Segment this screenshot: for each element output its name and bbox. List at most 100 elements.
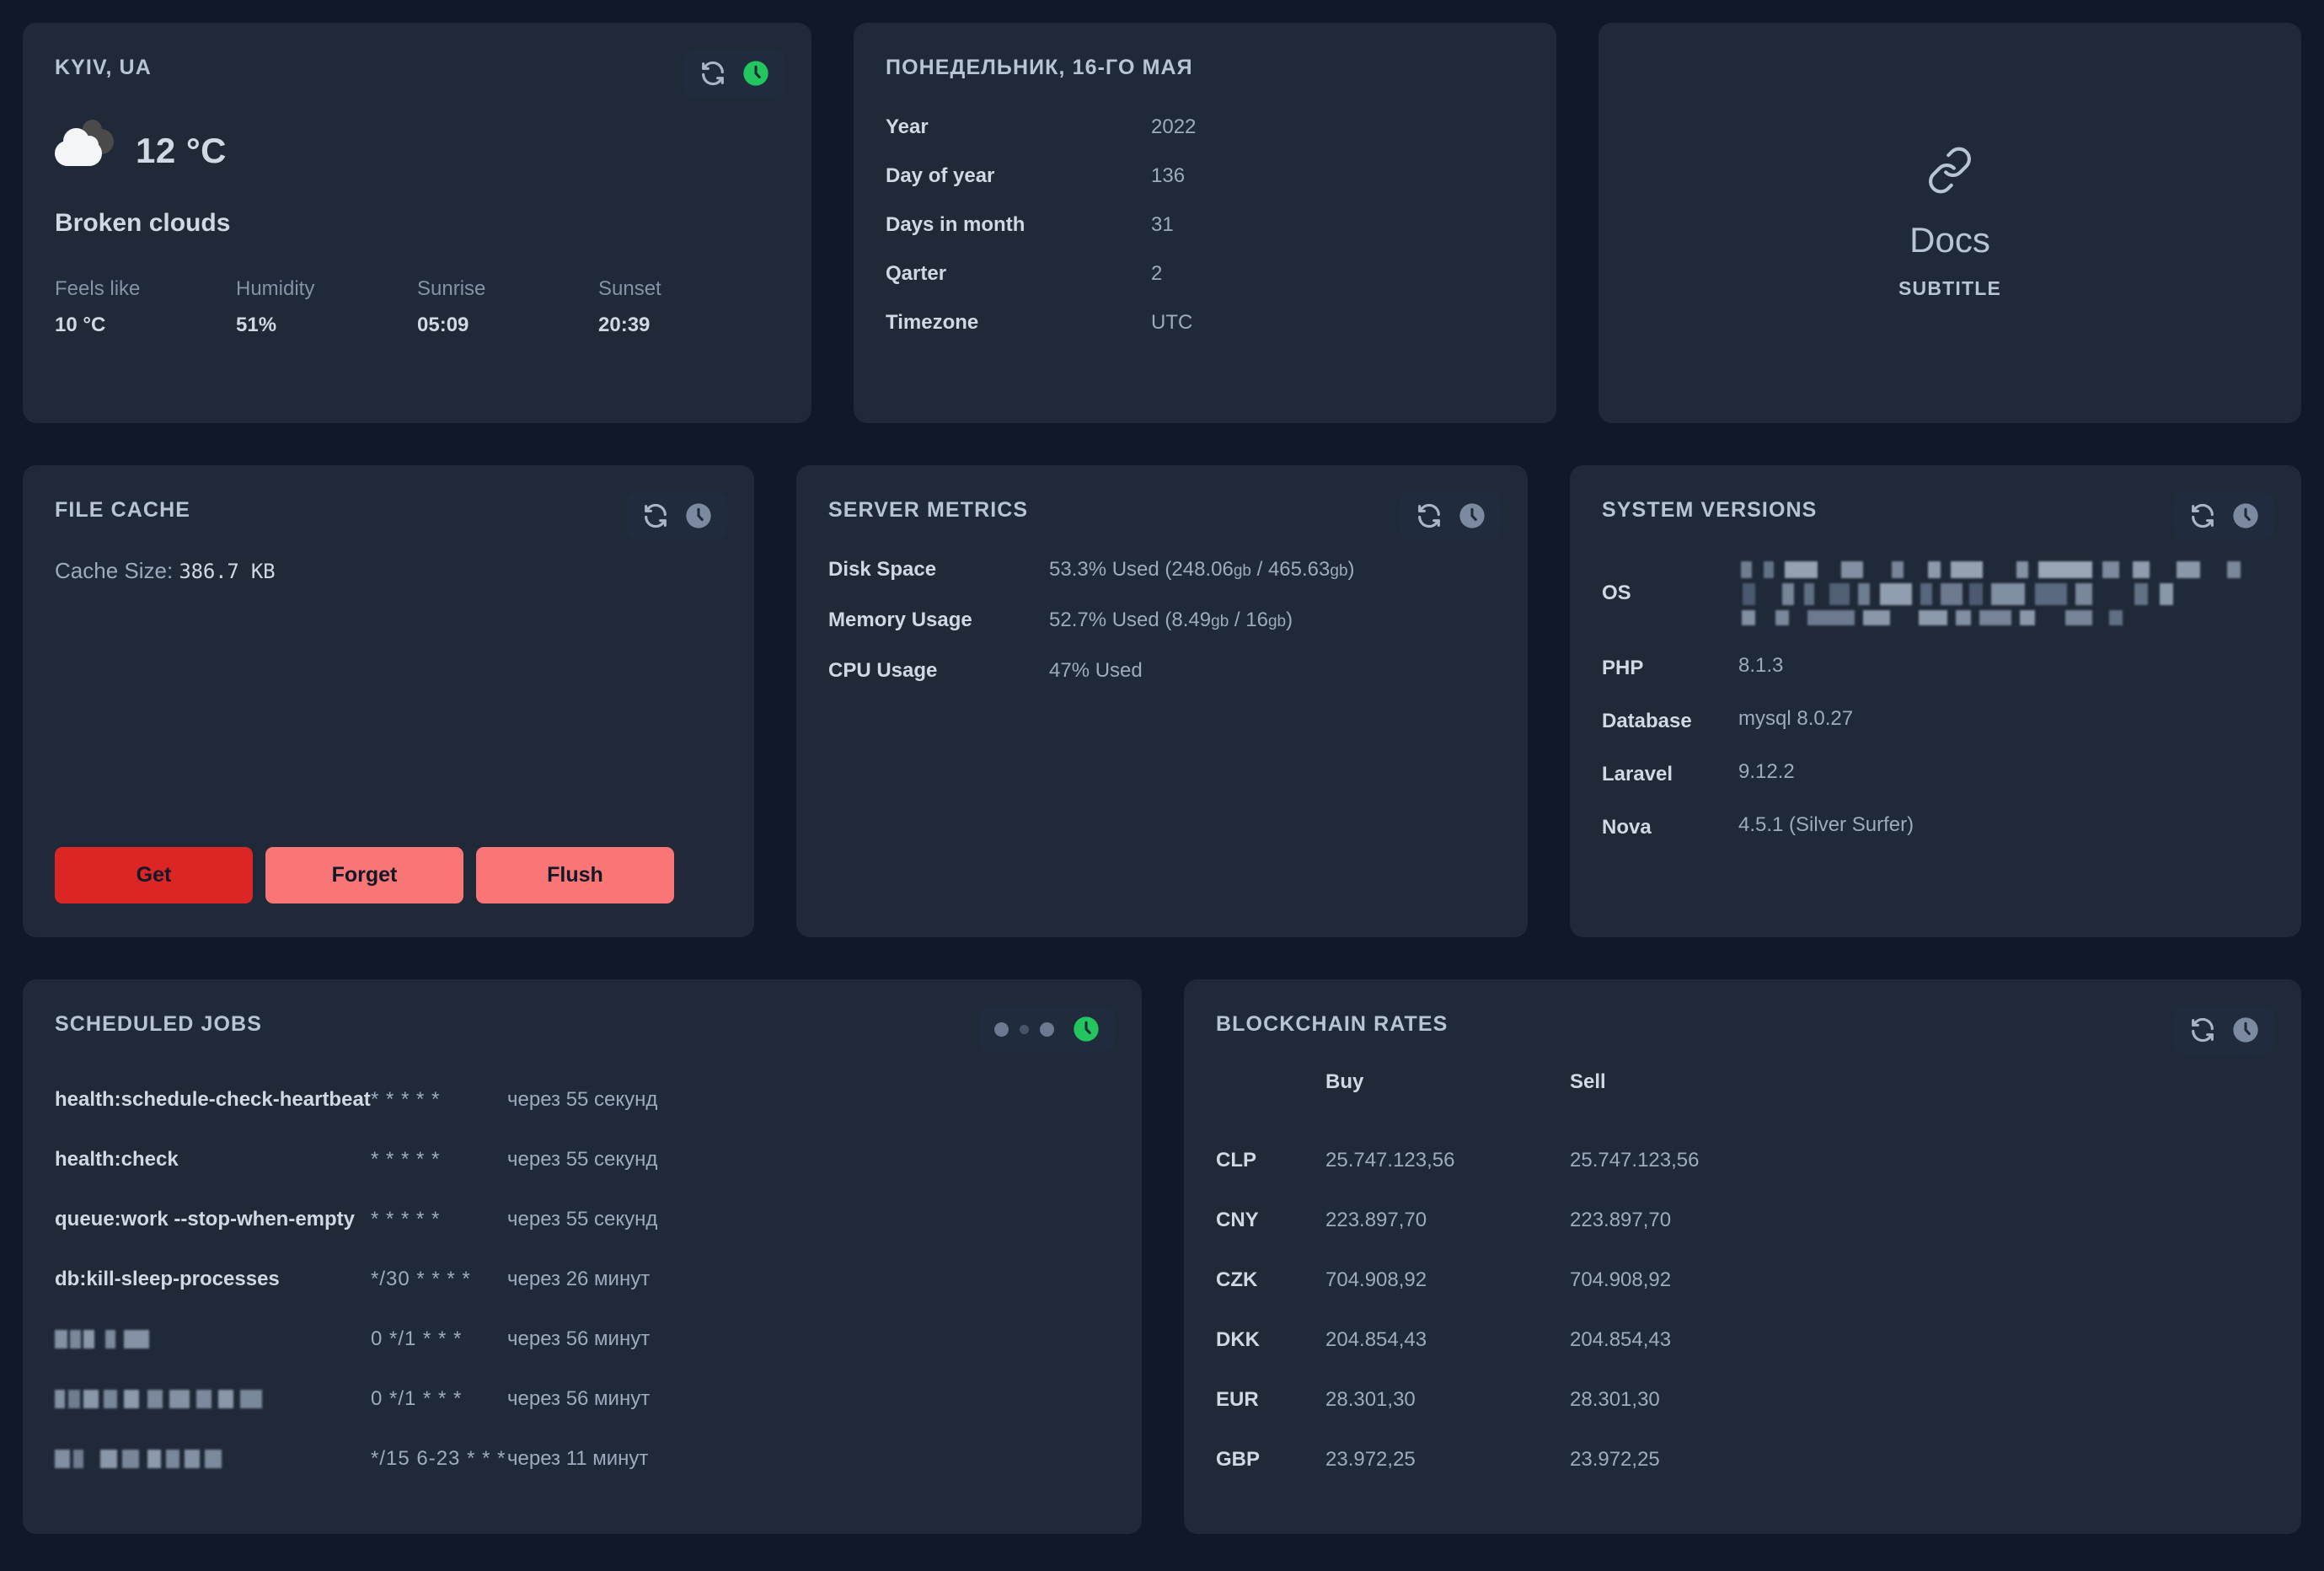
cache-forget-button[interactable]: Forget [265,847,463,903]
date-row-key: Days in month [886,212,1025,236]
rate-sell: 204.854,43 [1570,1328,1672,1351]
job-name: db:kill-sleep-processes [55,1268,280,1290]
version-key: Nova [1602,815,1652,839]
version-value: 4.5.1 (Silver Surfer) [1738,812,1914,836]
rate-buy: 704.908,92 [1325,1268,1427,1291]
rate-buy: 25.747.123,56 [1325,1149,1455,1172]
metric-value-mid: / 16 [1229,608,1268,631]
metric-value: 47% Used [1049,658,1143,682]
scheduled-jobs-card: SCHEDULED JOBS health:schedule-check-hea… [23,979,1142,1534]
weather-stat-value: 20:39 [598,313,651,336]
version-key: Database [1602,709,1692,732]
weather-card-controls [683,50,784,97]
scheduled-jobs-title: SCHEDULED JOBS [55,1012,262,1036]
column-header-currency [1216,1070,1325,1131]
docs-card-subtitle: SUBTITLE [1898,277,2002,299]
cache-size-line: Cache Size: 386.7 KB [55,558,722,584]
job-row: health:schedule-check-heartbeat * * * * … [55,1070,1110,1130]
metric-unit: gb [1267,612,1287,630]
job-row: */15 6-23 * * * через 11 минут [55,1429,1110,1489]
docs-card-title: Docs [1909,220,1990,260]
clock-icon[interactable] [1459,502,1486,529]
server-metrics-controls [1400,492,1501,539]
date-row: Days in month 31 [886,213,1524,237]
job-row: 0 */1 * * * через 56 минут [55,1370,1110,1429]
weather-stat: Sunset 20:39 [598,277,779,337]
metric-value-tail: ) [1286,608,1293,631]
metric-unit: gb [1330,561,1348,580]
version-key: OS [1602,582,1631,604]
clock-icon[interactable] [685,502,712,529]
docs-card[interactable]: Docs SUBTITLE [1598,23,2301,423]
job-cron: 0 */1 * * * [371,1387,463,1410]
version-key: Laravel [1602,762,1673,786]
rate-sell: 704.908,92 [1570,1268,1672,1291]
table-row: EUR 28.301,30 28.301,30 [1216,1370,2269,1430]
refresh-icon[interactable] [2188,501,2217,530]
date-row-value: 2022 [1151,115,1197,138]
clock-icon[interactable] [1073,1016,1100,1043]
blockchain-rates-table: Buy Sell CLP 25.747.123,56 25.747.123,56… [1216,1070,2269,1490]
rate-sell: 28.301,30 [1570,1388,1660,1411]
rate-currency: GBP [1216,1448,1261,1471]
metric-row: CPU Usage 47% Used [828,659,1496,683]
refresh-icon[interactable] [1415,501,1443,530]
blockchain-rates-card: BLOCKCHAIN RATES Buy Sell CLP 25.747.123… [1184,979,2301,1534]
redacted-text-block [55,1450,230,1468]
job-name-redacted [55,1330,371,1348]
link-icon [1925,146,1974,195]
dashboard-row-2: FILE CACHE Cache Size: 386.7 KB Get Forg… [23,465,2301,937]
rate-currency: DKK [1216,1328,1260,1351]
date-row-key: Qarter [886,261,947,285]
version-value-redacted [1738,557,2261,627]
rate-buy: 23.972,25 [1325,1448,1416,1471]
date-row-key: Year [886,115,929,138]
job-row: health:check * * * * * через 55 секунд [55,1130,1110,1190]
version-value: 8.1.3 [1738,653,1784,677]
file-cache-title: FILE CACHE [55,498,190,522]
job-next-run: через 55 секунд [507,1208,658,1231]
rate-sell: 223.897,70 [1570,1209,1672,1231]
blockchain-rates-controls [2173,1006,2274,1054]
scheduled-jobs-controls [979,1006,1115,1052]
metric-key: CPU Usage [828,658,938,682]
clock-icon[interactable] [2232,502,2259,529]
clock-icon[interactable] [2232,1016,2259,1043]
blockchain-rates-title: BLOCKCHAIN RATES [1216,1012,1448,1036]
refresh-icon[interactable] [641,501,670,530]
cache-flush-button[interactable]: Flush [476,847,674,903]
refresh-icon[interactable] [699,59,727,88]
job-cron: * * * * * [371,1148,441,1171]
metric-value-tail: ) [1347,557,1355,581]
file-cache-actions: Get Forget Flush [55,847,722,903]
rate-sell: 25.747.123,56 [1570,1149,1700,1172]
date-row-value: 136 [1151,164,1186,187]
date-row: Day of year 136 [886,164,1524,188]
metric-row: Memory Usage 52.7% Used (8.49gb / 16gb) [828,609,1496,632]
job-name-redacted [55,1450,371,1468]
rate-currency: CLP [1216,1149,1256,1172]
metric-unit: gb [1211,612,1229,630]
table-header-row: Buy Sell [1216,1070,2269,1131]
version-row: Laravel 9.12.2 [1602,760,2269,786]
redacted-text-block [55,1330,181,1348]
refresh-icon[interactable] [2188,1016,2217,1044]
rate-buy: 223.897,70 [1325,1209,1427,1231]
job-row: 0 */1 * * * через 56 минут [55,1310,1110,1370]
version-value: mysql 8.0.27 [1738,706,1854,730]
metric-value-mid: / 465.63 [1250,557,1331,581]
dashboard-row-3: SCHEDULED JOBS health:schedule-check-hea… [23,979,2301,1534]
redacted-text-block [1738,557,2261,627]
system-versions-card: SYSTEM VERSIONS OS PHP 8.1.3 Database my… [1570,465,2301,937]
clock-icon[interactable] [742,60,769,87]
weather-temperature: 12 °C [136,130,228,170]
rate-currency: EUR [1216,1388,1259,1411]
metric-value-main: 53.3% Used (248.06 [1049,557,1234,581]
metric-row: Disk Space 53.3% Used (248.06gb / 465.63… [828,558,1496,582]
table-row: CLP 25.747.123,56 25.747.123,56 [1216,1131,2269,1191]
version-row: PHP 8.1.3 [1602,654,2269,680]
cache-get-button[interactable]: Get [55,847,253,903]
metric-value-main: 52.7% Used (8.49 [1049,608,1212,631]
weather-stat-label: Humidity [236,276,315,300]
weather-stat: Humidity 51% [236,276,417,337]
